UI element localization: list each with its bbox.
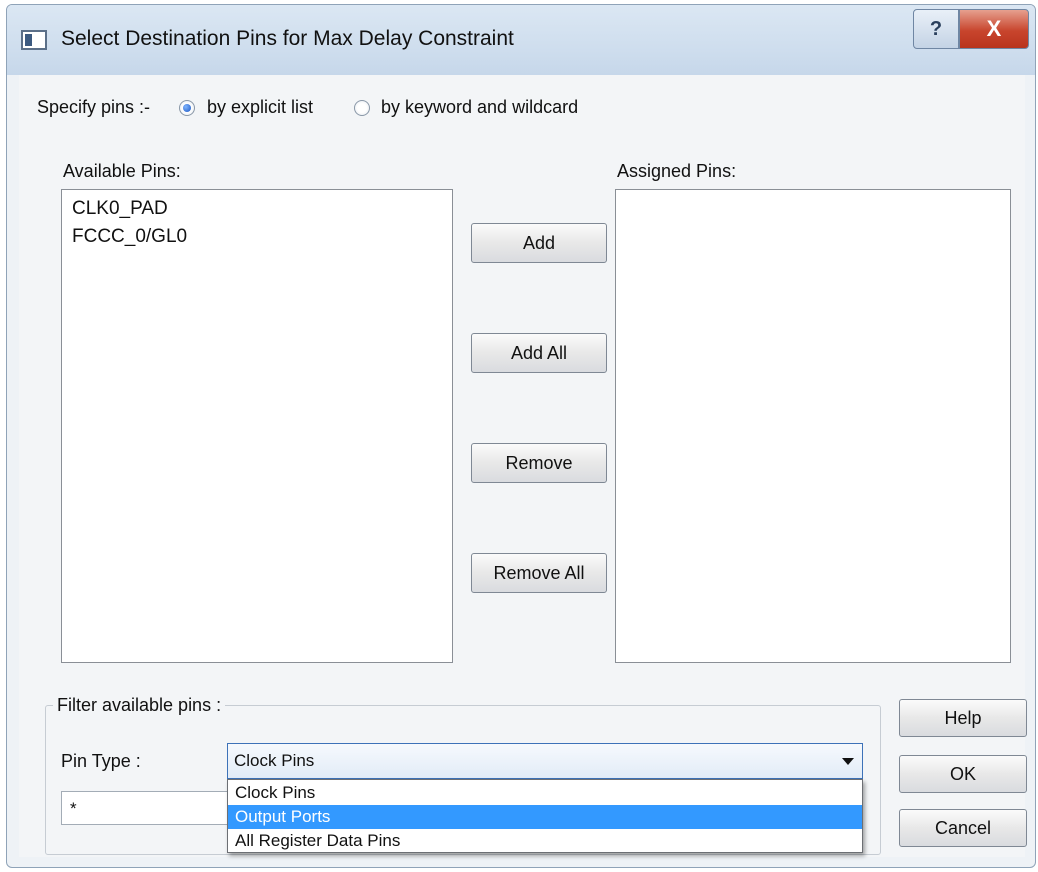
close-icon: X — [986, 16, 1002, 41]
assigned-pins-label: Assigned Pins: — [617, 161, 737, 181]
ok-button[interactable]: OK — [899, 755, 1027, 793]
dropdown-option-clock-pins[interactable]: Clock Pins — [228, 781, 862, 805]
radio-keyword-wildcard-label[interactable]: by keyword and wildcard — [381, 97, 578, 118]
pin-pattern-value: * — [70, 799, 77, 818]
pin-type-combobox[interactable]: Clock Pins — [227, 743, 863, 779]
add-all-button[interactable]: Add All — [471, 333, 607, 373]
radio-keyword-wildcard[interactable] — [354, 100, 370, 116]
specify-pins-label: Specify pins :- — [37, 97, 151, 117]
dropdown-option-all-register-data-pins[interactable]: All Register Data Pins — [228, 829, 862, 853]
available-pins-list[interactable]: CLK0_PAD FCCC_0/GL0 — [61, 189, 453, 663]
assigned-pins-list[interactable] — [615, 189, 1011, 663]
list-item[interactable]: CLK0_PAD — [72, 198, 168, 220]
dialog-body: Specify pins :- by explicit list by keyw… — [19, 75, 1027, 857]
pin-pattern-field[interactable]: * — [61, 791, 241, 825]
pin-type-value: Clock Pins — [234, 751, 315, 770]
remove-button[interactable]: Remove — [471, 443, 607, 483]
available-pins-label: Available Pins: — [63, 161, 181, 181]
radio-explicit-list-label[interactable]: by explicit list — [207, 97, 313, 118]
pin-type-label: Pin Type : — [61, 751, 141, 771]
pin-type-dropdown[interactable]: Clock Pins Output Ports All Register Dat… — [227, 779, 863, 853]
question-mark-icon: ? — [929, 17, 943, 40]
dialog-window: Select Destination Pins for Max Delay Co… — [6, 4, 1036, 868]
title-help-button[interactable]: ? — [913, 9, 959, 49]
remove-all-button[interactable]: Remove All — [471, 553, 607, 593]
title-close-button[interactable]: X — [959, 9, 1029, 49]
window-app-icon — [21, 30, 47, 50]
list-item[interactable]: FCCC_0/GL0 — [72, 226, 187, 248]
cancel-button[interactable]: Cancel — [899, 809, 1027, 847]
window-title: Select Destination Pins for Max Delay Co… — [61, 27, 514, 50]
filter-group-title: Filter available pins : — [53, 695, 226, 716]
radio-explicit-list[interactable] — [179, 100, 195, 116]
title-bar[interactable]: Select Destination Pins for Max Delay Co… — [7, 5, 1035, 75]
chevron-down-icon[interactable] — [842, 758, 854, 765]
add-button[interactable]: Add — [471, 223, 607, 263]
help-button[interactable]: Help — [899, 699, 1027, 737]
dropdown-option-output-ports[interactable]: Output Ports — [228, 805, 862, 829]
